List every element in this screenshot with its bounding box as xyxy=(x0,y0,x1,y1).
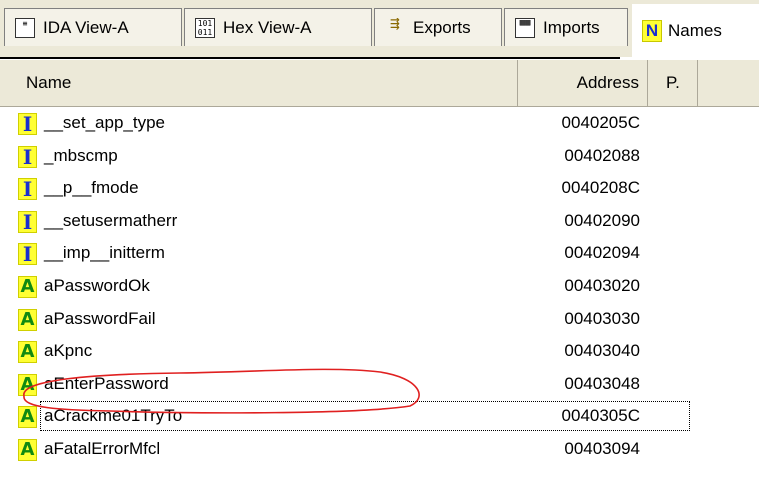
column-header: Name Address P. xyxy=(0,60,759,107)
column-filler xyxy=(698,60,759,106)
row-name: aFatalErrorMfcl xyxy=(44,438,161,458)
import-icon: I xyxy=(18,178,37,201)
tab-imports[interactable]: ▦▦ Imports xyxy=(504,8,628,46)
row-name: __imp__initterm xyxy=(44,243,165,263)
import-icon: I xyxy=(18,210,37,233)
selection-focus-box xyxy=(40,401,690,432)
tab-label: Hex View-A xyxy=(223,17,312,37)
table-row[interactable]: I __imp__initterm 00402094 xyxy=(0,237,759,270)
row-name: __setusermatherr xyxy=(44,210,178,230)
string-icon: A xyxy=(18,406,37,429)
names-icon: N xyxy=(642,20,662,42)
string-icon: A xyxy=(18,438,37,461)
table-row[interactable]: AaPasswordFail 00403030 xyxy=(0,303,759,336)
table-row[interactable]: AaFatalErrorMfcl 00403094 xyxy=(0,433,759,466)
table-row[interactable]: AaCrackme01TryTo 0040305C xyxy=(0,400,759,433)
table-row[interactable]: AaPasswordOk 00403020 xyxy=(0,270,759,303)
row-name: aPasswordOk xyxy=(44,275,150,295)
table-row[interactable]: I __set_app_type 0040205C xyxy=(0,107,759,140)
row-name: _mbscmp xyxy=(44,145,118,165)
row-address: 0040208C xyxy=(561,178,640,198)
table-row[interactable]: I __p__fmode 0040208C xyxy=(0,172,759,205)
tab-label: Names xyxy=(668,21,722,40)
table-row[interactable]: I __setusermatherr 00402090 xyxy=(0,205,759,238)
exports-icon: ⇶ xyxy=(390,17,400,32)
column-name-header[interactable]: Name xyxy=(0,60,518,106)
import-icon: I xyxy=(18,113,37,135)
tab-ida-view[interactable]: ≡ IDA View-A xyxy=(4,8,182,46)
import-icon: I xyxy=(18,145,37,168)
names-list: I __set_app_type 0040205C I _mbscmp 00402088 I… xyxy=(0,107,759,466)
column-address-header[interactable]: Address xyxy=(518,60,648,106)
import-icon: I xyxy=(18,243,37,266)
row-name: __p__fmode xyxy=(44,178,139,198)
imports-icon: ▦▦ xyxy=(515,17,535,38)
row-address: 00403020 xyxy=(564,275,640,295)
row-name: aKpnc xyxy=(44,341,93,361)
table-row[interactable]: AaEnterPassword 00403048 xyxy=(0,368,759,401)
tab-label: IDA View-A xyxy=(43,17,129,37)
ida-view-icon: ≡ xyxy=(15,17,35,38)
row-address: 00402088 xyxy=(564,145,640,165)
column-p-header[interactable]: P. xyxy=(648,60,698,106)
row-address: 00403030 xyxy=(564,308,640,328)
row-name: aEnterPassword xyxy=(44,373,169,393)
row-address: 00402090 xyxy=(564,210,640,230)
row-name: __set_app_type xyxy=(44,113,165,132)
row-address: 00403040 xyxy=(564,341,640,361)
string-icon: A xyxy=(18,275,37,298)
tab-label: Exports xyxy=(413,17,471,37)
table-row[interactable]: AaKpnc 00403040 xyxy=(0,335,759,368)
tab-names[interactable]: N Names xyxy=(632,4,759,58)
row-address: 00403094 xyxy=(564,438,640,458)
row-address: 00403048 xyxy=(564,373,640,393)
string-icon: A xyxy=(18,341,37,364)
table-row[interactable]: I _mbscmp 00402088 xyxy=(0,140,759,173)
string-icon: A xyxy=(18,373,37,396)
string-icon: A xyxy=(18,308,37,331)
row-address: 00402094 xyxy=(564,243,640,263)
hex-view-icon: 101 011 xyxy=(195,17,215,38)
tab-label: Imports xyxy=(543,17,600,37)
tab-exports[interactable]: ⇶ Exports xyxy=(374,8,502,46)
row-address: 0040205C xyxy=(561,113,640,132)
tab-bar: ≡ IDA View-A 101 011 Hex View-A ⇶ Exports… xyxy=(0,0,759,58)
row-name: aPasswordFail xyxy=(44,308,156,328)
tab-hex-view[interactable]: 101 011 Hex View-A xyxy=(184,8,372,46)
active-tab-gap xyxy=(620,57,759,59)
